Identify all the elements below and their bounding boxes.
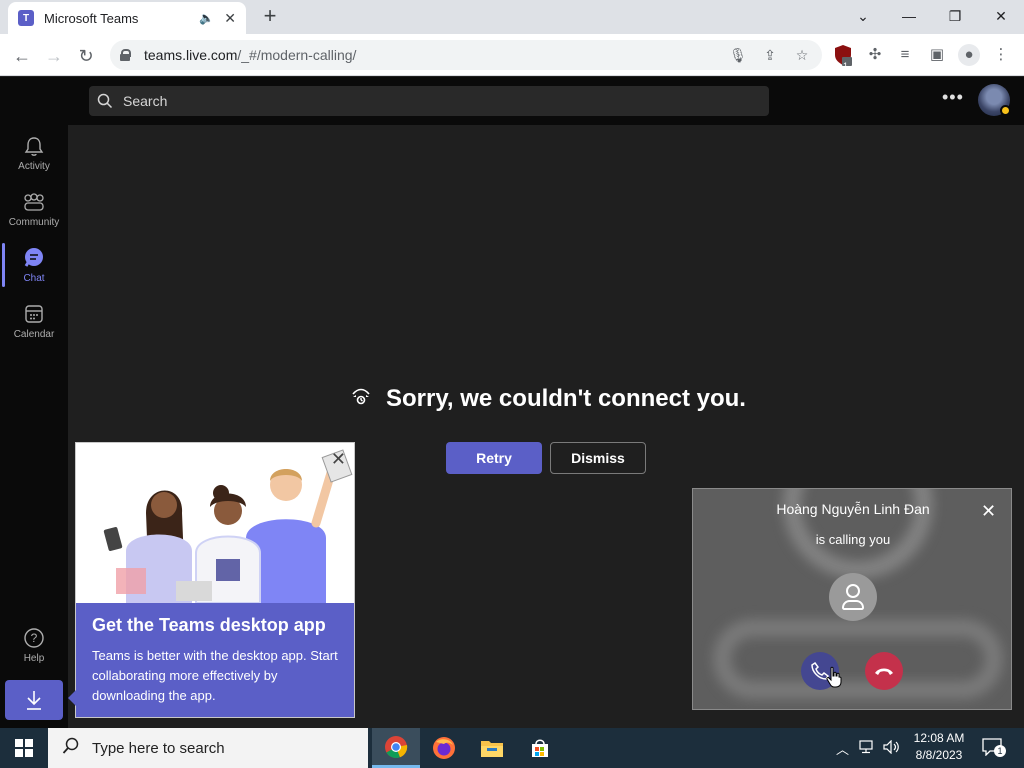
promo-close-icon[interactable]: ✕	[331, 449, 346, 470]
browser-tab-strip: T Microsoft Teams 🔈 ✕ + ⌄ — ❐ ✕	[0, 0, 1024, 34]
close-window-button[interactable]: ✕	[986, 2, 1016, 30]
community-icon	[23, 191, 45, 213]
forward-icon[interactable]: →	[40, 42, 68, 70]
presence-status-icon	[1000, 105, 1011, 116]
reload-icon[interactable]: ↻	[72, 42, 100, 70]
rail-item-calendar[interactable]: Calendar	[0, 293, 68, 349]
restore-button[interactable]: ❐	[940, 2, 970, 30]
clock-date: 8/8/2023	[915, 748, 963, 762]
svg-text:?: ?	[31, 631, 38, 645]
taskbar-clock[interactable]: 12:08 AM 8/8/2023	[908, 730, 970, 764]
taskbar-file-explorer[interactable]	[468, 728, 516, 768]
search-placeholder: Search	[123, 93, 168, 109]
teams-search-box[interactable]: Search	[89, 86, 769, 116]
url-path: /_#/modern-calling/	[237, 47, 357, 63]
system-tray: ︿	[836, 728, 901, 768]
call-close-icon[interactable]: ✕	[981, 501, 996, 522]
browser-tab[interactable]: T Microsoft Teams 🔈 ✕	[8, 2, 246, 34]
tray-overflow-chevron-icon[interactable]: ︿	[836, 739, 849, 758]
call-error-icon	[350, 385, 372, 413]
store-icon	[532, 739, 548, 757]
tab-close-icon[interactable]: ✕	[224, 10, 236, 27]
more-options-icon[interactable]: •••	[942, 87, 964, 108]
promo-text: Teams is better with the desktop app. St…	[92, 648, 338, 703]
bell-icon	[23, 135, 45, 157]
rail-item-chat[interactable]: Chat	[0, 237, 68, 293]
desktop-app-promo: ✕ Get the Teams desktop app Teams is bet…	[75, 442, 355, 718]
taskbar-chrome[interactable]	[372, 728, 420, 768]
microphone-icon[interactable]: 🎙	[726, 40, 750, 70]
error-title: Sorry, we couldn't connect you.	[386, 385, 746, 412]
tab-title: Microsoft Teams	[44, 10, 139, 26]
rail-label-activity: Activity	[18, 161, 50, 172]
download-icon	[27, 691, 41, 710]
rail-label-calendar: Calendar	[13, 329, 55, 340]
tab-search-chevron-icon[interactable]: ⌄	[848, 2, 878, 30]
search-icon	[62, 737, 80, 760]
rail-item-help[interactable]: ? Help	[0, 617, 68, 673]
extensions-puzzle-icon[interactable]: ✣	[864, 44, 886, 66]
app-rail: Activity Community Chat Calendar ? Help	[0, 125, 68, 728]
volume-icon[interactable]	[883, 739, 901, 757]
download-app-button[interactable]	[5, 680, 63, 720]
taskbar-search-placeholder: Type here to search	[92, 739, 225, 757]
side-panel-icon[interactable]: ▣	[926, 44, 948, 66]
minimize-button[interactable]: —	[894, 2, 924, 30]
help-icon: ?	[23, 627, 45, 649]
bookmark-star-icon[interactable]: ☆	[790, 40, 814, 70]
caller-avatar-icon	[829, 573, 877, 621]
chat-icon	[23, 247, 45, 269]
teams-favicon-icon: T	[18, 10, 34, 26]
clock-time: 12:08 AM	[913, 731, 965, 745]
caller-blur-background	[713, 619, 1003, 699]
lock-icon[interactable]	[120, 49, 131, 61]
retry-button[interactable]: Retry	[446, 442, 542, 474]
calendar-icon	[23, 303, 45, 325]
speaker-icon[interactable]: 🔈	[199, 11, 214, 25]
extension-shield-icon[interactable]: 1	[832, 44, 854, 71]
rail-label-help: Help	[23, 653, 45, 664]
windows-logo-icon	[15, 739, 33, 757]
taskbar-firefox[interactable]	[420, 728, 468, 768]
teams-header: Search •••	[0, 77, 1024, 125]
rail-item-activity[interactable]: Activity	[0, 125, 68, 181]
call-subtitle: is calling you	[815, 532, 891, 547]
extension-badge: 1	[843, 61, 849, 71]
promo-pointer	[68, 690, 76, 706]
firefox-icon	[433, 737, 455, 759]
decline-call-button[interactable]	[865, 652, 903, 690]
people-illustration	[76, 443, 354, 603]
error-message: Sorry, we couldn't connect you.	[350, 384, 746, 414]
media-queue-icon[interactable]: ≡	[894, 44, 916, 66]
hang-up-icon	[875, 668, 893, 675]
chrome-icon	[385, 735, 408, 758]
url-host: teams.live.com	[144, 47, 238, 63]
address-bar[interactable]: teams.live.com/_#/modern-calling/ 🎙 ⇪ ☆	[110, 40, 822, 70]
promo-body: Get the Teams desktop app Teams is bette…	[76, 603, 354, 717]
promo-title: Get the Teams desktop app	[92, 615, 326, 635]
rail-label-community: Community	[8, 217, 60, 228]
new-tab-button[interactable]: +	[258, 4, 282, 28]
taskbar-store[interactable]	[516, 728, 564, 768]
incoming-call-toast: Hoàng Nguyễn Linh Đan is calling you ✕	[692, 488, 1012, 710]
browser-toolbar: ← → ↻ teams.live.com/_#/modern-calling/ …	[0, 34, 1024, 76]
network-icon[interactable]	[859, 739, 875, 757]
start-button[interactable]	[0, 728, 48, 768]
rail-item-community[interactable]: Community	[0, 181, 68, 237]
hand-cursor-icon	[826, 666, 842, 688]
caller-name: Hoàng Nguyễn Linh Đan	[776, 501, 930, 517]
share-icon[interactable]: ⇪	[758, 40, 782, 70]
notification-count: 1	[994, 745, 1006, 757]
profile-icon[interactable]: ●	[958, 44, 980, 66]
folder-icon	[481, 741, 503, 757]
notification-center-icon[interactable]: 1	[982, 738, 1006, 758]
dismiss-button[interactable]: Dismiss	[550, 442, 646, 474]
chrome-menu-icon[interactable]: ⋮	[990, 44, 1012, 66]
taskbar-search-box[interactable]: Type here to search	[48, 728, 368, 768]
windows-taskbar: Type here to search ︿ 12:08 AM 8/8/2023 …	[0, 728, 1024, 768]
rail-label-chat: Chat	[23, 273, 45, 284]
back-icon[interactable]: ←	[8, 42, 36, 70]
search-icon	[97, 93, 113, 109]
